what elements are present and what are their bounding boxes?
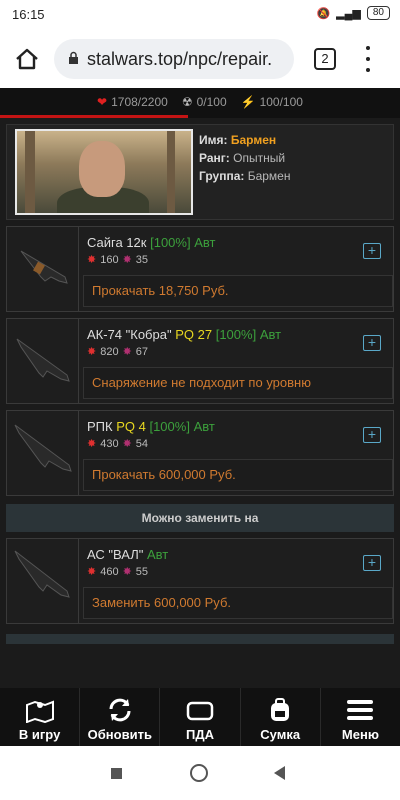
nav-to-game[interactable]: В игру: [0, 688, 81, 746]
nav-menu[interactable]: Меню: [321, 688, 400, 746]
weapon-condition: [100%]: [150, 235, 191, 250]
nav-pda[interactable]: ПДА: [160, 688, 241, 746]
weapon-card: РПК PQ 4 [100%] Авт ✸ 430 ✸ 54 + Прокача…: [6, 410, 394, 496]
lock-icon: [68, 49, 79, 70]
weapon-image: [7, 539, 79, 623]
nav-bag[interactable]: Сумка: [241, 688, 321, 746]
npc-portrait: [15, 129, 193, 215]
damage-icon: ✸: [87, 346, 97, 358]
weapon-name: АС "ВАЛ": [87, 547, 144, 562]
weapon-auto: Авт: [146, 547, 169, 562]
npc-group: Бармен: [247, 169, 291, 183]
weapon-info: РПК PQ 4 [100%] Авт ✸ 430 ✸ 54: [87, 419, 215, 450]
footer-strip: [6, 634, 394, 644]
weapon-info: АК-74 "Кобра" PQ 27 [100%] Авт ✸ 820 ✸ 6…: [87, 327, 281, 358]
refresh-icon: [109, 698, 131, 722]
crit-icon: ✸: [122, 566, 132, 578]
weapon-name: АК-74 "Кобра": [87, 327, 172, 342]
radiation-icon: ☢: [181, 94, 193, 109]
back-icon[interactable]: [274, 766, 285, 780]
replace-header: Можно заменить на: [6, 504, 394, 532]
npc-profile: Имя: Бармен Ранг: Опытный Группа: Бармен: [6, 124, 394, 220]
health-progress: [0, 115, 188, 118]
tab-switcher-button[interactable]: 2: [314, 48, 336, 70]
weapon-damage: 430: [100, 437, 119, 450]
weapon-condition: [100%]: [215, 327, 257, 342]
replacement-card: АС "ВАЛ" Авт ✸ 460 ✸ 55 + Заменить 600,0…: [6, 538, 394, 624]
weapon-stat2: 55: [135, 565, 149, 578]
recents-icon[interactable]: [111, 768, 122, 779]
weapon-pq: PQ 4: [116, 419, 146, 434]
crit-icon: ✸: [122, 254, 132, 266]
status-time: 16:15: [12, 7, 45, 22]
health-stat: ❤ 1708/2200: [97, 94, 168, 109]
expand-plus-icon[interactable]: +: [363, 243, 381, 259]
browser-toolbar: stalwars.top/npc/repair. 2: [0, 30, 400, 88]
game-nav: В игру Обновить ПДА Сумка Меню: [0, 688, 400, 746]
group-label: Группа:: [199, 169, 245, 183]
npc-rank: Опытный: [233, 151, 286, 165]
battery-icon: 80: [366, 6, 390, 20]
upgrade-action[interactable]: Прокачать 600,000 Руб.: [83, 459, 393, 491]
weapon-info: Сайга 12к [100%] Авт ✸ 160 ✸ 35: [87, 235, 215, 266]
map-icon: [25, 700, 54, 723]
damage-icon: ✸: [87, 254, 97, 266]
weapon-pq: PQ 27: [175, 327, 213, 342]
crit-icon: ✸: [122, 346, 132, 358]
crit-icon: ✸: [122, 438, 132, 450]
expand-plus-icon[interactable]: +: [363, 555, 381, 571]
expand-plus-icon[interactable]: +: [363, 427, 381, 443]
weapon-image: [7, 411, 79, 495]
nav-refresh[interactable]: Обновить: [80, 688, 161, 746]
url-text: stalwars.top/npc/repair.: [87, 48, 273, 69]
weapon-image: [7, 319, 79, 403]
weapon-stat2: 54: [135, 437, 149, 450]
status-icons: 🔕 ▂▄▆ 80: [316, 6, 390, 20]
weapon-auto: Авт: [194, 235, 216, 250]
npc-info: Имя: Бармен Ранг: Опытный Группа: Бармен: [199, 131, 290, 185]
upgrade-action: Снаряжение не подходит по уровню: [83, 367, 393, 399]
backpack-icon: [271, 698, 290, 721]
weapon-card: АК-74 "Кобра" PQ 27 [100%] Авт ✸ 820 ✸ 6…: [6, 318, 394, 404]
heart-icon: ❤: [97, 94, 108, 109]
weapon-auto: Авт: [259, 327, 282, 342]
game-page: ❤ 1708/2200 ☢ 0/100 ⚡ 100/100 Имя: Барме…: [0, 88, 400, 688]
home-circle-icon[interactable]: [190, 764, 208, 782]
energy-icon: ⚡: [240, 94, 256, 109]
replace-action[interactable]: Заменить 600,000 Руб.: [83, 587, 393, 619]
name-label: Имя:: [199, 133, 228, 147]
expand-plus-icon[interactable]: +: [363, 335, 381, 351]
weapon-card: Сайга 12к [100%] Авт ✸ 160 ✸ 35 + Прокач…: [6, 226, 394, 312]
weapon-auto: Авт: [193, 419, 215, 434]
weapon-damage: 460: [100, 565, 119, 578]
weapon-info: АС "ВАЛ" Авт ✸ 460 ✸ 55: [87, 547, 168, 578]
status-bar: 16:15 🔕 ▂▄▆ 80: [0, 0, 400, 30]
npc-name: Бармен: [230, 133, 277, 147]
upgrade-action[interactable]: Прокачать 18,750 Руб.: [83, 275, 393, 307]
home-icon[interactable]: [14, 46, 40, 72]
rank-label: Ранг:: [199, 151, 230, 165]
weapon-stat2: 35: [135, 253, 149, 266]
signal-icon: ▂▄▆: [336, 7, 361, 20]
weapon-condition: [100%]: [149, 419, 190, 434]
player-stats-bar: ❤ 1708/2200 ☢ 0/100 ⚡ 100/100: [0, 88, 400, 118]
weapon-damage: 160: [100, 253, 119, 266]
weapon-name: РПК: [87, 419, 113, 434]
pda-icon: [186, 701, 214, 721]
weapon-image: [7, 227, 79, 311]
radiation-stat: ☢ 0/100: [181, 94, 227, 109]
mute-icon: 🔕: [316, 7, 331, 20]
weapon-stat2: 67: [135, 345, 149, 358]
system-nav-bar: [0, 746, 400, 800]
hamburger-icon: [347, 700, 374, 720]
weapon-damage: 820: [100, 345, 119, 358]
browser-menu-icon[interactable]: [362, 46, 374, 72]
address-bar[interactable]: stalwars.top/npc/repair.: [54, 39, 294, 79]
damage-icon: ✸: [87, 438, 97, 450]
weapon-name: Сайга 12к: [87, 235, 147, 250]
energy-stat: ⚡ 100/100: [240, 94, 303, 109]
damage-icon: ✸: [87, 566, 97, 578]
